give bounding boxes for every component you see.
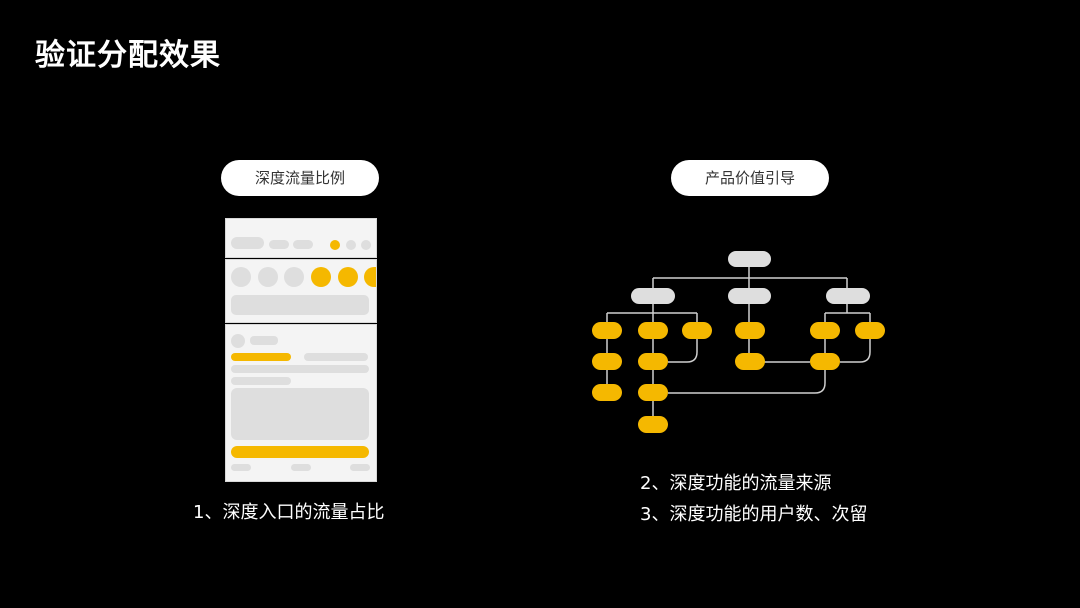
tree-feature-nodes [592, 322, 885, 433]
feature-node [735, 353, 765, 370]
feature-node [682, 322, 712, 339]
feature-node [810, 322, 840, 339]
traffic-source-caption: 2、深度功能的流量来源 [640, 473, 832, 494]
feature-node [638, 384, 668, 401]
feature-node [592, 384, 622, 401]
level1-node [826, 288, 870, 304]
users-retention-caption: 3、深度功能的用户数、次留 [640, 504, 868, 525]
root-node [728, 251, 771, 267]
feature-node [592, 353, 622, 370]
feature-flow-tree [592, 251, 885, 433]
feature-node [592, 322, 622, 339]
feature-node [638, 416, 668, 433]
feature-node [810, 353, 840, 370]
level1-node [631, 288, 675, 304]
feature-node [855, 322, 885, 339]
level1-node [728, 288, 771, 304]
feature-node [638, 353, 668, 370]
feature-node [735, 322, 765, 339]
feature-node [638, 322, 668, 339]
